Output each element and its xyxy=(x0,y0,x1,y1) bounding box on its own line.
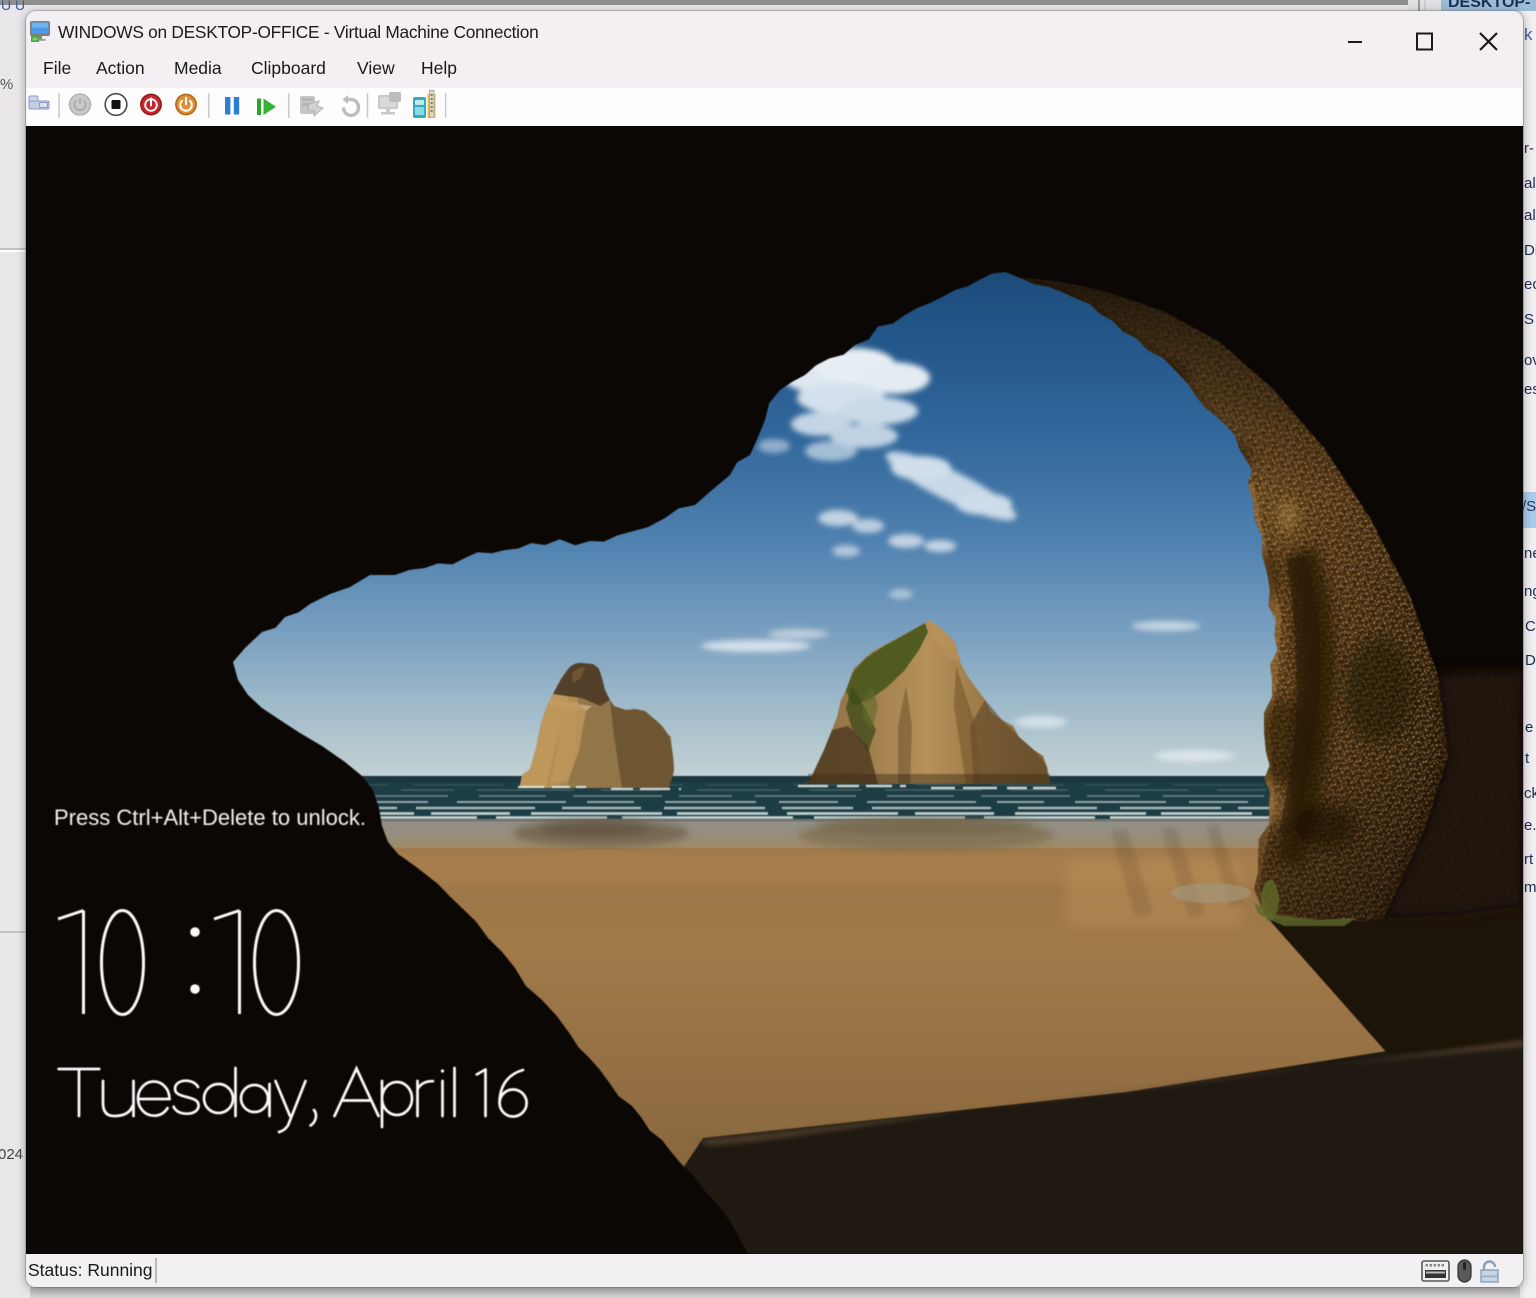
svg-text:Press Ctrl+Alt+Delete to unloc: Press Ctrl+Alt+Delete to unlock. xyxy=(54,805,366,830)
